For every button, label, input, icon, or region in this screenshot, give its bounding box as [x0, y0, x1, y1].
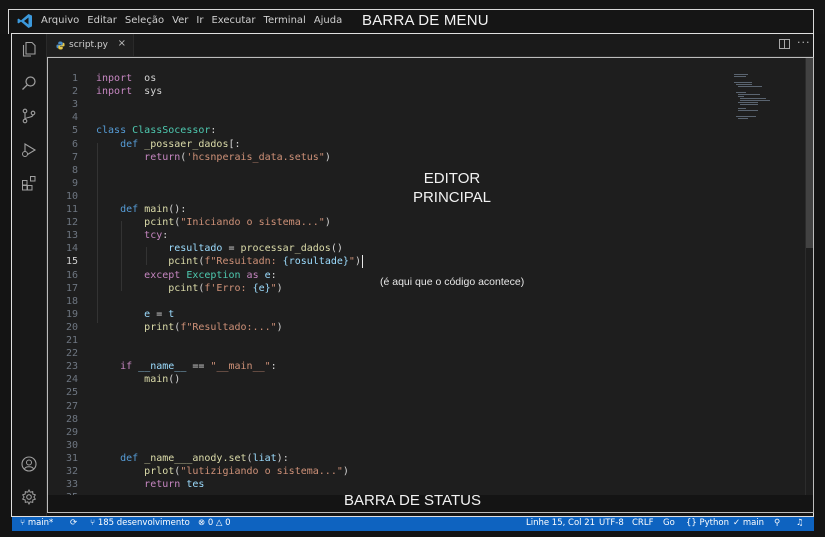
vscode-logo-icon	[17, 14, 32, 28]
language-status[interactable]: {} Python	[686, 518, 729, 528]
search-icon[interactable]	[21, 75, 37, 91]
menu-item-seleção[interactable]: Seleção	[125, 15, 164, 26]
run-debug-icon[interactable]	[21, 142, 37, 158]
activity-bar	[12, 34, 47, 516]
explorer-icon[interactable]	[21, 41, 37, 57]
split-editor-icon[interactable]	[779, 39, 790, 49]
feedback-icon[interactable]: ⚲	[774, 518, 780, 528]
notifications-bell-icon[interactable]: ♫	[796, 518, 804, 528]
sync-label: 185 desenvolvimento	[97, 518, 190, 528]
menu-item-ir[interactable]: Ir	[196, 15, 203, 26]
account-icon[interactable]	[21, 456, 37, 472]
status-bar-callout: BARRA DE STATUS	[344, 492, 481, 509]
cursor-position[interactable]: Linhe 15, Col 21	[526, 518, 595, 528]
editor-outline	[47, 57, 814, 513]
tab-label: script.py	[69, 40, 108, 50]
sync-icon[interactable]: ⟳	[70, 518, 77, 528]
check-status[interactable]: ✓ main	[733, 518, 764, 528]
settings-gear-icon[interactable]	[21, 489, 37, 505]
tab-script-py[interactable]: script.py ×	[47, 34, 134, 56]
menu-item-ajuda[interactable]: Ajuda	[314, 15, 342, 26]
golive-status[interactable]: Go	[663, 518, 675, 528]
menu-item-ver[interactable]: Ver	[172, 15, 188, 26]
menu-item-terminal[interactable]: Terminal	[264, 15, 306, 26]
language-label: Python	[699, 518, 729, 528]
source-control-icon[interactable]	[21, 108, 37, 124]
git-branch-icon: ⑂	[20, 518, 28, 528]
more-actions-icon[interactable]: ···	[797, 36, 811, 49]
tab-close-icon[interactable]: ×	[118, 38, 126, 49]
extensions-icon[interactable]	[21, 175, 37, 191]
problems-status[interactable]: ⊗ 0 △ 0	[198, 518, 231, 528]
menu-items: Arquivo Editar Seleção Ver Ir Executar Termina…	[41, 15, 350, 26]
eol-status[interactable]: CRLF	[632, 518, 653, 528]
menu-item-executar[interactable]: Executar	[211, 15, 255, 26]
python-file-icon	[56, 40, 65, 50]
tabs-bar: script.py ×	[47, 34, 813, 57]
menu-bar-callout: BARRA DE MENU	[362, 12, 489, 29]
encoding-status[interactable]: UTF-8	[599, 518, 624, 528]
branch-status[interactable]: ⑂ main*	[20, 518, 53, 528]
menu-item-arquivo[interactable]: Arquivo	[41, 15, 79, 26]
sync-status[interactable]: ⑂ 185 desenvolvimento	[90, 518, 190, 528]
git-branch-icon: ⑂	[90, 518, 98, 528]
braces-icon: {}	[686, 518, 700, 528]
menu-item-editar[interactable]: Editar	[87, 15, 117, 26]
status-bar: ⑂ main* ⟳ ⑂ 185 desenvolvimento ⊗ 0 △ 0 …	[12, 517, 814, 531]
branch-label: main*	[27, 518, 54, 528]
